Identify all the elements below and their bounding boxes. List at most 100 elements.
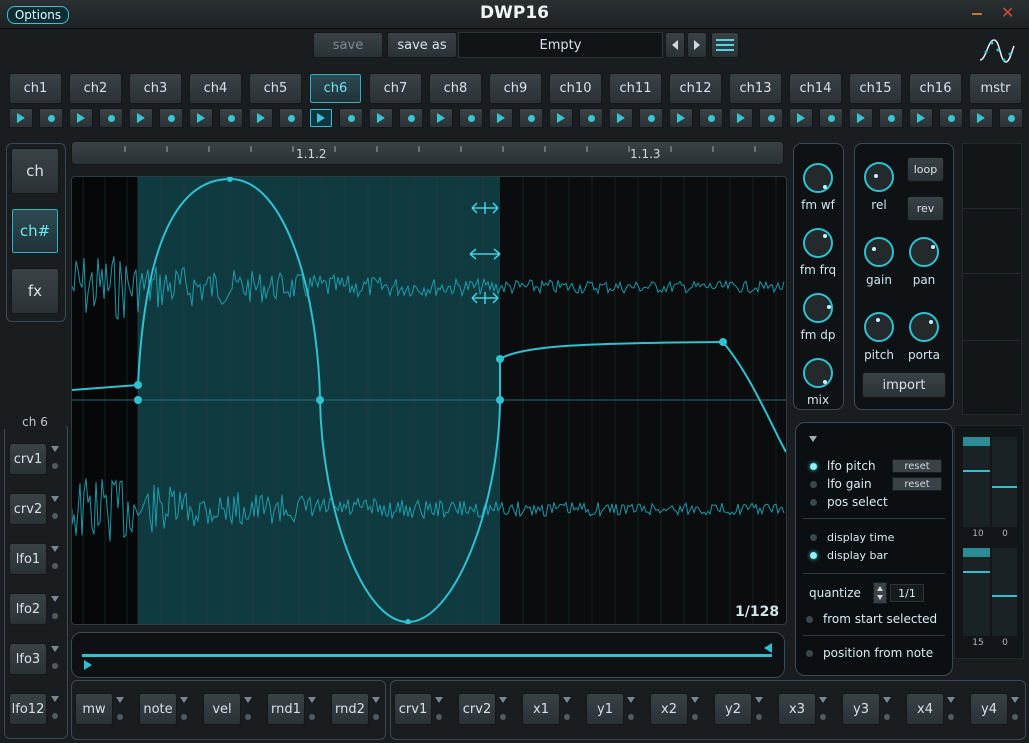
option-display-bar[interactable]: display bar [810,549,888,562]
mod-amount-dot[interactable] [181,714,187,720]
source-mw[interactable]: mw [75,693,113,725]
knob-fm-dp[interactable] [803,293,833,323]
mod-source-lfo3[interactable]: lfo3 [9,643,47,675]
mod-amount-dot[interactable] [628,714,634,720]
rev-button[interactable]: rev [907,196,944,221]
preset-name-field[interactable]: Empty [458,32,663,58]
channel-tab-ch15[interactable]: ch15 [849,73,902,104]
position-bar[interactable] [71,632,785,678]
record-button[interactable] [759,108,783,128]
channel-tab-ch6[interactable]: ch6 [309,73,362,104]
dropdown-arrow-icon[interactable] [691,697,699,703]
mod-amount-dot[interactable] [1012,714,1018,720]
channel-tab-ch13[interactable]: ch13 [729,73,782,104]
dropdown-arrow-icon[interactable] [1011,697,1019,703]
dropdown-arrow-icon[interactable] [51,646,59,652]
channel-tab-ch4[interactable]: ch4 [189,73,242,104]
option-from-start-selected[interactable]: from start selected [806,612,937,626]
option-lfo-gain[interactable]: lfo gain [810,477,872,491]
mode-fx-button[interactable]: fx [11,268,59,314]
slider-3[interactable] [963,548,990,636]
channel-tab-ch8[interactable]: ch8 [429,73,482,104]
mod-source-lfo1[interactable]: lfo1 [9,543,47,575]
mod-amount-dot[interactable] [436,714,442,720]
mod-source-lfo2[interactable]: lfo2 [9,593,47,625]
dropdown-arrow-icon[interactable] [51,446,59,452]
dropdown-arrow-icon[interactable] [244,697,252,703]
curve-source-y3[interactable]: y3 [842,693,880,725]
dropdown-arrow-icon[interactable] [499,697,507,703]
resolution-label[interactable]: 1/128 [735,604,779,620]
dropdown-arrow-icon[interactable] [755,697,763,703]
play-button[interactable] [9,108,33,128]
option-pos-select[interactable]: pos select [810,495,888,509]
play-button[interactable] [669,108,693,128]
record-button[interactable] [519,108,543,128]
stepper-up-icon[interactable] [877,586,883,591]
knob-porta[interactable] [909,312,939,342]
mode-ch-button[interactable]: ch [11,148,59,194]
channel-tab-ch3[interactable]: ch3 [129,73,182,104]
mod-amount-dot[interactable] [373,714,379,720]
record-button[interactable] [159,108,183,128]
knob-pan[interactable] [909,237,939,267]
dropdown-arrow-icon[interactable] [947,697,955,703]
record-button[interactable] [219,108,243,128]
record-button[interactable] [939,108,963,128]
play-button[interactable] [369,108,393,128]
mod-amount-dot[interactable] [52,713,58,719]
mod-amount-dot[interactable] [564,714,570,720]
knob-rel[interactable] [864,162,894,192]
record-button[interactable] [819,108,843,128]
mod-amount-dot[interactable] [52,663,58,669]
play-button[interactable] [789,108,813,128]
preset-prev-button[interactable] [665,32,685,58]
play-button[interactable] [729,108,753,128]
dropdown-arrow-icon[interactable] [180,697,188,703]
option-display-time[interactable]: display time [810,531,894,544]
record-button[interactable] [339,108,363,128]
preset-next-button[interactable] [687,32,707,58]
stepper-down-icon[interactable] [877,595,883,600]
option-position-from-note[interactable]: position from note [806,646,933,660]
channel-tab-ch5[interactable]: ch5 [249,73,302,104]
play-button[interactable] [489,108,513,128]
play-button[interactable] [609,108,633,128]
curve-editor[interactable]: 1/128 [71,176,787,625]
loop-end-marker-icon[interactable] [764,643,772,653]
mod-amount-dot[interactable] [948,714,954,720]
curve-source-x3[interactable]: x3 [778,693,816,725]
play-button[interactable] [249,108,273,128]
slider-1[interactable] [963,437,990,527]
lfo-pitch-reset-button[interactable]: reset [892,459,942,473]
source-rnd1[interactable]: rnd1 [267,693,305,725]
lfo-gain-reset-button[interactable]: reset [892,477,942,491]
channel-tab-ch2[interactable]: ch2 [69,73,122,104]
record-button[interactable] [399,108,423,128]
loop-button[interactable]: loop [907,157,944,182]
playhead-marker-icon[interactable] [84,660,92,670]
record-button[interactable] [999,108,1023,128]
mod-amount-dot[interactable] [884,714,890,720]
mod-source-crv1[interactable]: crv1 [9,443,47,475]
source-vel[interactable]: vel [203,693,241,725]
play-button[interactable] [969,108,993,128]
import-button[interactable]: import [862,372,946,398]
channel-tab-ch9[interactable]: ch9 [489,73,542,104]
mode-ch-sharp-button[interactable]: ch# [11,208,59,254]
knob-fm-wf[interactable] [803,163,833,193]
mod-source-crv2[interactable]: crv2 [9,493,47,525]
curve-source-y2[interactable]: y2 [714,693,752,725]
channel-tab-ch11[interactable]: ch11 [609,73,662,104]
mod-amount-dot[interactable] [820,714,826,720]
popup-collapse-icon[interactable] [809,436,817,442]
play-button[interactable] [309,108,333,128]
play-button[interactable] [849,108,873,128]
curve-source-crv1[interactable]: crv1 [394,693,432,725]
channel-tab-ch12[interactable]: ch12 [669,73,722,104]
source-note[interactable]: note [139,693,177,725]
mod-amount-dot[interactable] [52,463,58,469]
dropdown-arrow-icon[interactable] [51,496,59,502]
dropdown-arrow-icon[interactable] [883,697,891,703]
mod-amount-dot[interactable] [52,513,58,519]
